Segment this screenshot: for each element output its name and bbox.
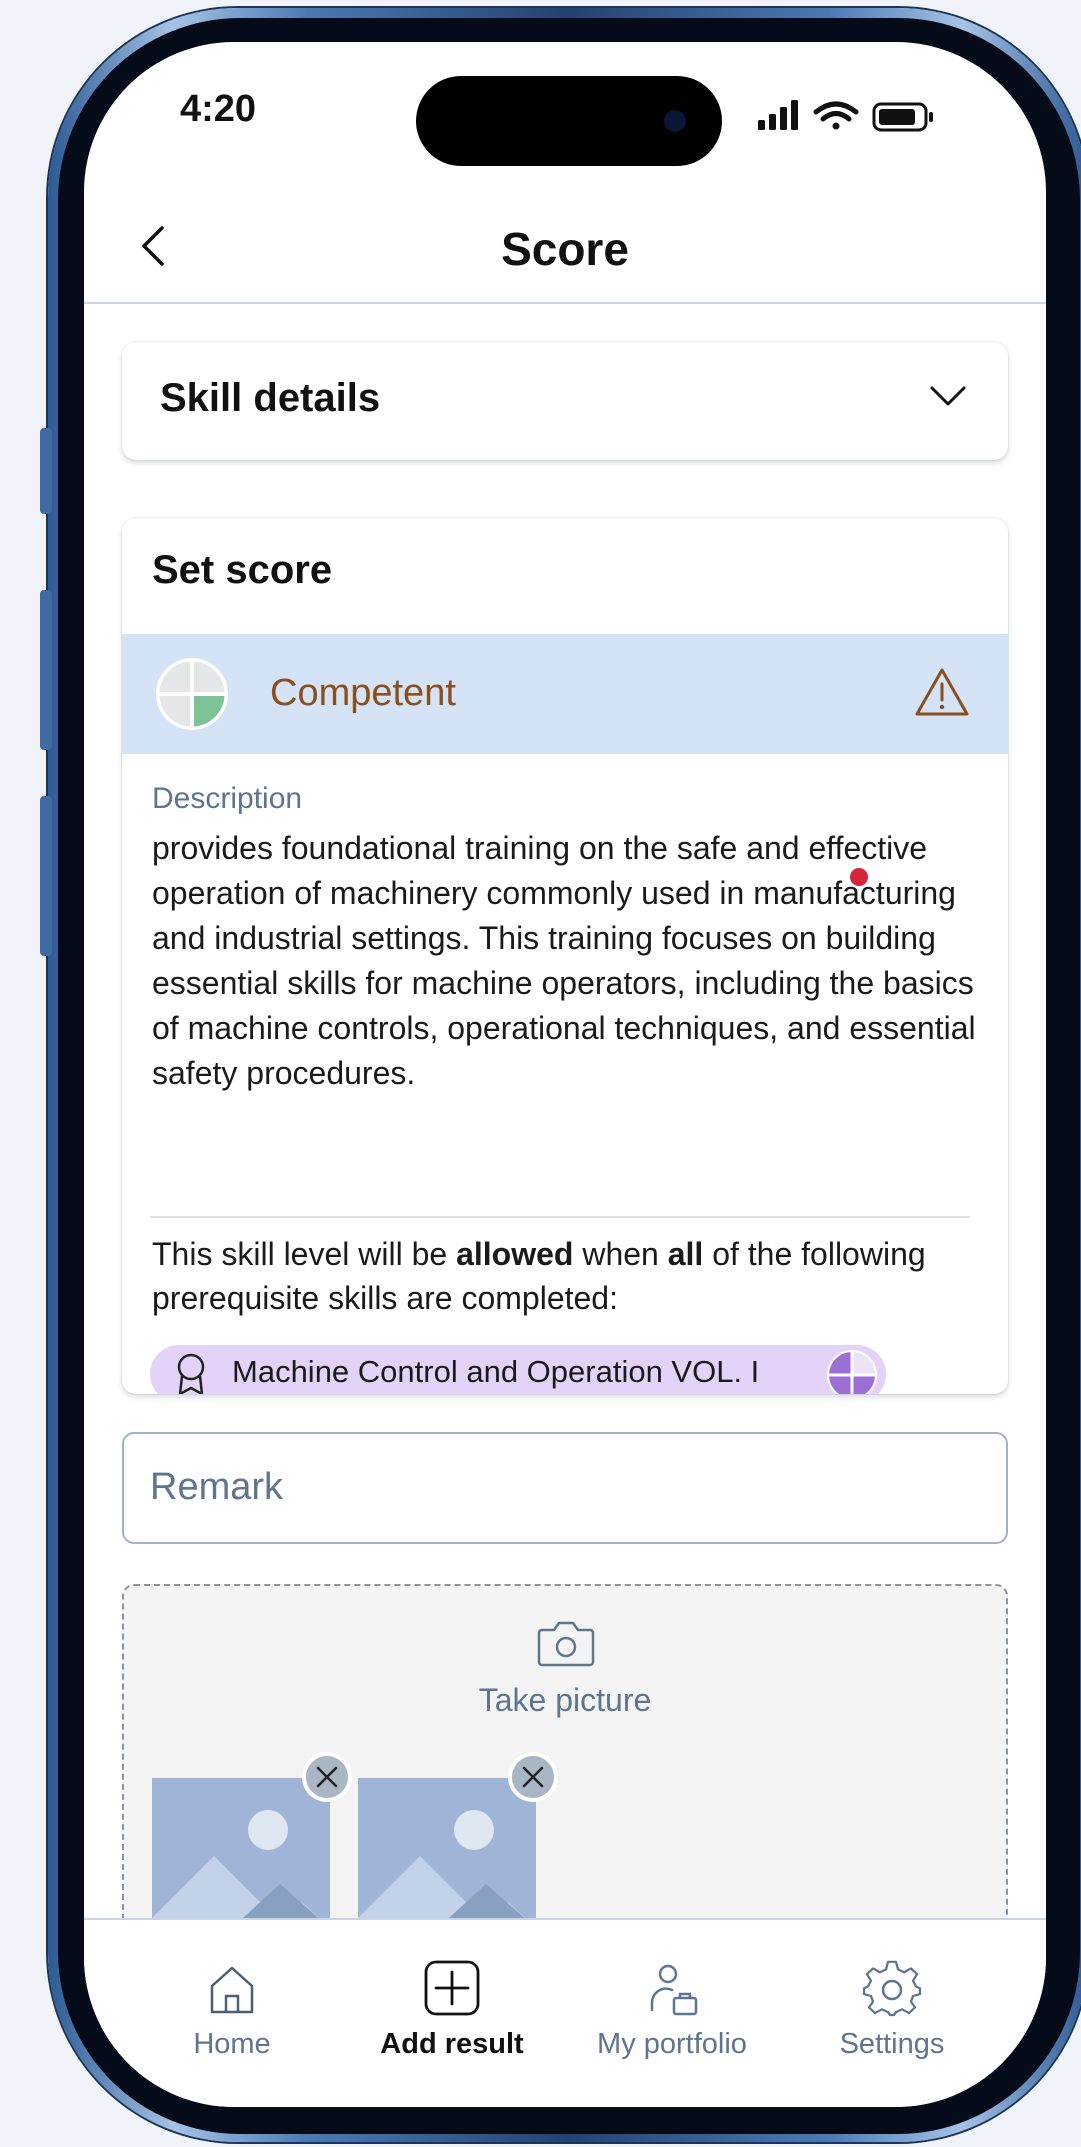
status-icons xyxy=(758,100,933,132)
score-level-row[interactable]: Competent xyxy=(122,634,1008,754)
chevron-down-icon xyxy=(930,386,966,406)
tab-bar: Home Add result My portfolio Settings xyxy=(84,1918,1046,2107)
warning-icon[interactable] xyxy=(914,666,970,718)
prerequisite-skill-chip[interactable]: Machine Control and Operation VOL. I xyxy=(150,1345,886,1394)
take-picture-label[interactable]: Take picture xyxy=(124,1682,1006,1719)
divider xyxy=(150,1216,970,1218)
skill-details-title: Skill details xyxy=(160,376,381,420)
set-score-card: Set score Competent Description provides… xyxy=(122,518,1008,1394)
gear-icon xyxy=(862,1960,922,2017)
tab-my-portfolio-label: My portfolio xyxy=(597,2028,747,2060)
tab-my-portfolio[interactable]: My portfolio xyxy=(562,1960,782,2080)
status-time: 4:20 xyxy=(180,88,257,130)
volume-down-button xyxy=(40,796,52,956)
award-badge-icon xyxy=(177,1353,205,1394)
tab-settings-label: Settings xyxy=(839,2028,945,2060)
signal-icon xyxy=(758,100,798,130)
nav-bar: Score xyxy=(84,182,1046,304)
remove-photo-button[interactable] xyxy=(302,1752,352,1802)
home-icon xyxy=(210,1966,254,2014)
set-score-title: Set score xyxy=(152,548,333,592)
tab-settings[interactable]: Settings xyxy=(782,1960,1002,2080)
tab-home-label: Home xyxy=(193,2028,271,2060)
front-camera xyxy=(664,110,686,132)
remark-input[interactable]: Remark xyxy=(122,1432,1008,1544)
tab-home[interactable]: Home xyxy=(122,1960,342,2080)
skill-details-accordion[interactable]: Skill details xyxy=(122,342,1008,460)
prerequisite-text: This skill level will be allowed when al… xyxy=(152,1236,926,1316)
photo-upload-zone[interactable]: Take picture xyxy=(122,1584,1008,1944)
prerequisite-skill-label: Machine Control and Operation VOL. I xyxy=(232,1354,760,1389)
wifi-icon xyxy=(813,101,859,130)
person-briefcase-icon xyxy=(650,1964,698,2016)
remark-placeholder: Remark xyxy=(150,1466,284,1508)
camera-icon[interactable] xyxy=(536,1618,596,1668)
close-icon xyxy=(522,1766,544,1788)
page-title: Score xyxy=(501,223,629,275)
tab-add-result[interactable]: Add result xyxy=(342,1960,562,2080)
skill-level-icon xyxy=(827,1350,877,1394)
score-level-label: Competent xyxy=(270,672,456,714)
plus-square-icon xyxy=(424,1960,480,2016)
description-label: Description xyxy=(152,782,303,815)
volume-up-button xyxy=(40,590,52,750)
competent-level-icon xyxy=(156,658,228,730)
remove-photo-button[interactable] xyxy=(508,1752,558,1802)
tab-add-result-label: Add result xyxy=(380,2028,524,2060)
battery-icon xyxy=(872,102,933,132)
mute-switch xyxy=(40,428,52,514)
description-text: provides foundational training on the sa… xyxy=(152,830,976,1091)
close-icon xyxy=(316,1766,338,1788)
screen: 4:20 Score Skill details Set score Compe… xyxy=(84,42,1046,2107)
dynamic-island xyxy=(416,76,722,166)
notification-dot xyxy=(850,868,868,886)
